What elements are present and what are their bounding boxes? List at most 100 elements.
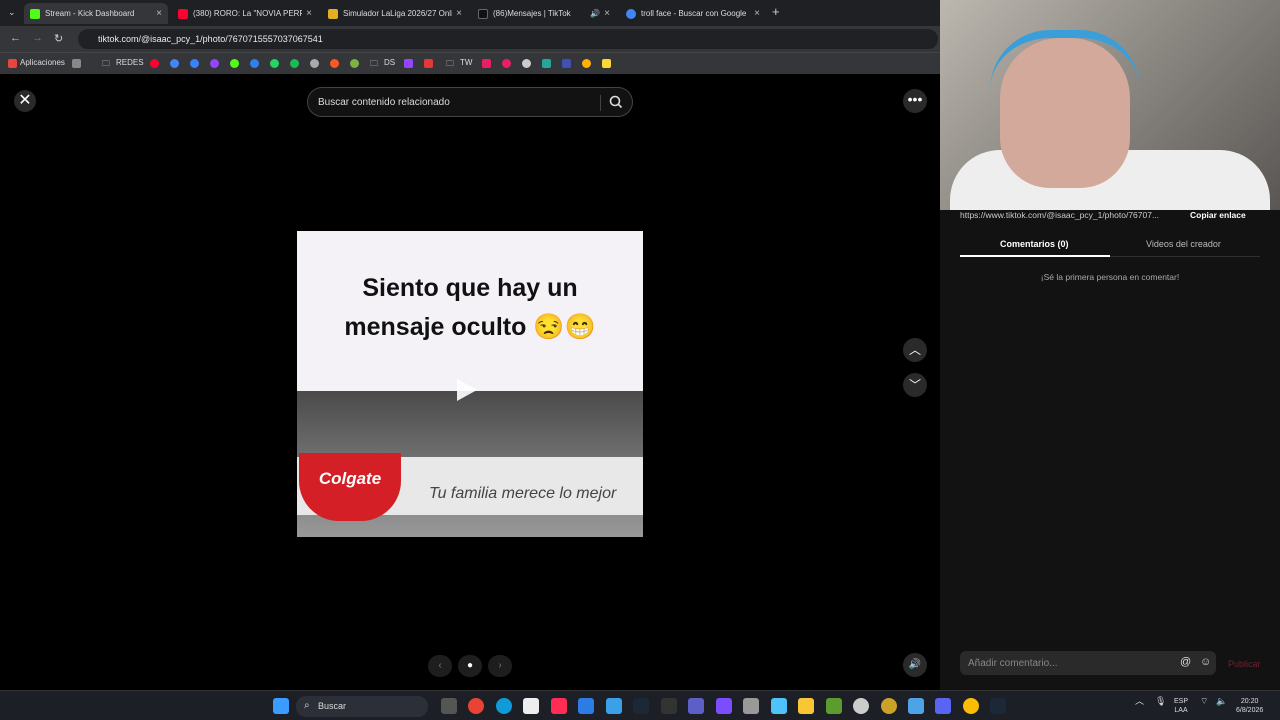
kick-bookmark-icon[interactable]: [230, 59, 239, 68]
search-icon[interactable]: [608, 94, 624, 110]
app-icon[interactable]: [853, 698, 869, 714]
whatsapp-bookmark-icon[interactable]: [270, 59, 279, 68]
next-post-button[interactable]: ﹀: [903, 373, 927, 397]
grid-icon[interactable]: [72, 59, 81, 68]
url-field[interactable]: tiktok.com/@isaac_pcy_1/photo/7670715557…: [78, 29, 938, 49]
chevron-left-icon: ‹: [438, 660, 442, 671]
close-tab-icon[interactable]: ×: [754, 8, 760, 19]
address-bar-row: ← → ↻ tiktok.com/@isaac_pcy_1/photo/7670…: [0, 26, 940, 52]
emoji-icon[interactable]: ☺: [1200, 656, 1211, 668]
close-tab-icon[interactable]: ×: [156, 8, 162, 19]
mail-bookmark-icon[interactable]: [250, 59, 259, 68]
tab-creator-videos[interactable]: Videos del creador: [1146, 239, 1221, 249]
app-icon[interactable]: [716, 698, 732, 714]
app-icon[interactable]: [578, 698, 594, 714]
play-icon[interactable]: [457, 379, 477, 401]
minecraft-icon[interactable]: [826, 698, 842, 714]
app-icon[interactable]: [606, 698, 622, 714]
app-icon[interactable]: [523, 698, 539, 714]
reddit-bookmark-icon[interactable]: [330, 59, 339, 68]
tab-search-icon[interactable]: ⌄: [8, 7, 16, 18]
comment-input[interactable]: Añadir comentario... @ ☺: [960, 651, 1216, 675]
discord-icon[interactable]: [935, 698, 951, 714]
twitch-bookmark-icon[interactable]: [210, 59, 219, 68]
volume-tray-icon[interactable]: 🔈: [1216, 697, 1227, 706]
ext-bookmark-icon[interactable]: [350, 59, 359, 68]
steam-icon[interactable]: [633, 698, 649, 714]
task-view-icon[interactable]: [441, 698, 457, 714]
tab-google[interactable]: troll face - Buscar con Google ×: [620, 3, 766, 24]
ext-bookmark-icon[interactable]: [424, 59, 433, 68]
taskbar-search[interactable]: ⌕ Buscar: [296, 696, 428, 717]
prev-photo-button[interactable]: ‹: [428, 655, 452, 677]
more-options-button[interactable]: •••: [903, 89, 927, 113]
post-photo[interactable]: Siento que hay un mensaje oculto 😒😁 Colg…: [297, 231, 643, 537]
close-tab-icon[interactable]: ×: [604, 8, 610, 19]
kick-icon: [30, 8, 40, 19]
divider: [600, 95, 601, 111]
tab-tiktok[interactable]: (86)Mensajes | TikTok 🔊 ×: [472, 3, 616, 24]
close-tab-icon[interactable]: ×: [306, 8, 312, 19]
google-bookmark-icon[interactable]: [170, 59, 179, 68]
chrome-active-icon[interactable]: [963, 698, 979, 714]
bookmark-apps[interactable]: Aplicaciones: [20, 58, 65, 67]
ad-slogan: Tu familia merece lo mejor: [429, 485, 617, 502]
ext-bookmark-icon[interactable]: [602, 59, 611, 68]
tiktok-app-icon[interactable]: [551, 698, 567, 714]
new-tab-icon[interactable]: +: [772, 4, 780, 19]
close-tab-icon[interactable]: ×: [456, 8, 462, 19]
post-link[interactable]: https://www.tiktok.com/@isaac_pcy_1/phot…: [960, 210, 1198, 220]
app-icon[interactable]: [908, 698, 924, 714]
twitch-bookmark-icon[interactable]: [404, 59, 413, 68]
microphone-icon[interactable]: 🎙: [1155, 697, 1166, 706]
more-icon: •••: [907, 91, 923, 107]
volume-button[interactable]: 🔊: [903, 653, 927, 677]
webcam-overlay: [940, 0, 1280, 210]
notepad-icon[interactable]: [771, 698, 787, 714]
app-icon[interactable]: [661, 698, 677, 714]
tab-youtube[interactable]: (380) RORO: La "NOVIA PERFEC ×: [172, 3, 318, 24]
chrome-icon[interactable]: [468, 698, 484, 714]
clock[interactable]: 20:20 6/8/2026: [1236, 697, 1263, 715]
wifi-icon[interactable]: ⌔: [1200, 697, 1208, 706]
copy-link-button[interactable]: Copiar enlace: [1190, 210, 1246, 220]
mention-icon[interactable]: @: [1180, 656, 1191, 668]
tray-expand-icon[interactable]: ︿: [1135, 697, 1144, 706]
google-icon: [626, 8, 636, 19]
file-explorer-icon[interactable]: [798, 698, 814, 714]
ext-bookmark-icon[interactable]: [522, 59, 531, 68]
tab-comments[interactable]: Comentarios (0): [1000, 239, 1069, 249]
publish-button[interactable]: Publicar: [1228, 659, 1261, 669]
edge-icon[interactable]: [496, 698, 512, 714]
youtube-icon: [178, 8, 188, 19]
spotify-bookmark-icon[interactable]: [290, 59, 299, 68]
bookmark-ds[interactable]: DS: [384, 58, 395, 67]
close-viewer-button[interactable]: ✕: [14, 90, 36, 112]
next-photo-button[interactable]: ›: [488, 655, 512, 677]
language-indicator[interactable]: ESP LAA: [1174, 697, 1188, 715]
steam-tray-icon[interactable]: [990, 698, 1006, 714]
ext-bookmark-icon[interactable]: [482, 59, 491, 68]
youtube-bookmark-icon[interactable]: [150, 59, 159, 68]
ext-bookmark-icon[interactable]: [502, 59, 511, 68]
related-search-input[interactable]: Buscar contenido relacionado: [307, 87, 633, 117]
tab-kick[interactable]: Stream - Kick Dashboard ×: [24, 3, 168, 24]
speaker-icon[interactable]: 🔊: [590, 9, 600, 18]
reload-icon[interactable]: ↻: [54, 32, 63, 45]
bookmark-tw[interactable]: TW: [460, 58, 472, 67]
ext-bookmark-icon[interactable]: [542, 59, 551, 68]
ext-bookmark-icon[interactable]: [582, 59, 591, 68]
colgate-logo: Colgate: [299, 453, 401, 521]
translate-bookmark-icon[interactable]: [190, 59, 199, 68]
previous-post-button[interactable]: ︿: [903, 338, 927, 362]
tab-simulador[interactable]: Simulador LaLiga 2026/27 Onli ×: [322, 3, 468, 24]
forward-icon[interactable]: →: [32, 32, 43, 44]
calculator-icon[interactable]: [743, 698, 759, 714]
bookmark-redes[interactable]: REDES: [116, 58, 144, 67]
app-icon[interactable]: [688, 698, 704, 714]
start-icon[interactable]: [273, 698, 289, 714]
back-icon[interactable]: ←: [10, 32, 21, 44]
app-icon[interactable]: [881, 698, 897, 714]
ext-bookmark-icon[interactable]: [562, 59, 571, 68]
globe-bookmark-icon[interactable]: [310, 59, 319, 68]
